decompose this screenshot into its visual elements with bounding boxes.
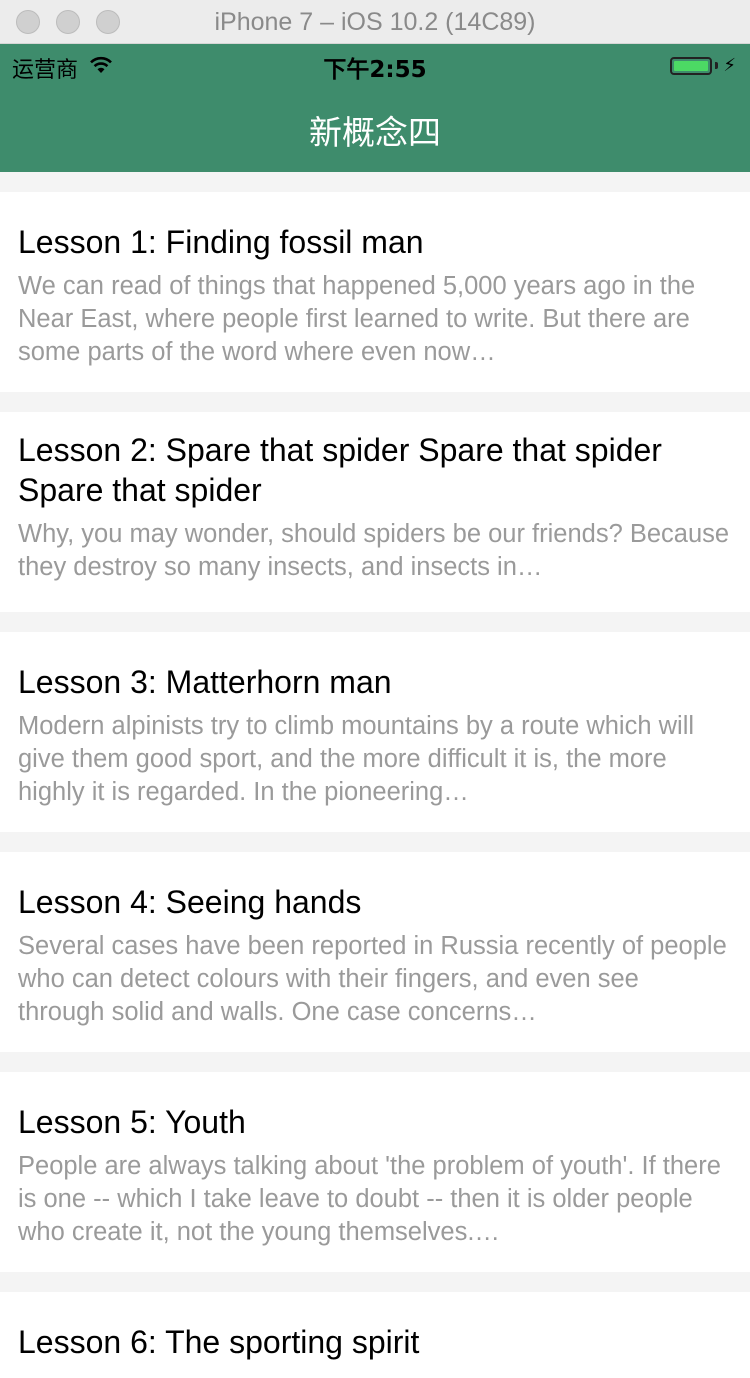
window-title: iPhone 7 – iOS 10.2 (14C89) xyxy=(214,8,536,36)
navigation-bar: 运营商 下午2:55 ⚡ 新概念四 xyxy=(0,44,750,172)
lesson-title: Lesson 4: Seeing hands xyxy=(18,884,362,920)
lesson-row[interactable]: Lesson 2: Spare that spider Spare that s… xyxy=(0,412,750,612)
battery-icon: ⚡ xyxy=(670,55,736,76)
simulator-titlebar: iPhone 7 – iOS 10.2 (14C89) xyxy=(0,0,750,44)
lesson-title: Lesson 1: Finding fossil man xyxy=(18,224,424,260)
lesson-summary: We can read of things that happened 5,00… xyxy=(18,272,696,366)
lesson-summary: Several cases have been reported in Russ… xyxy=(18,932,727,1026)
lesson-title: Lesson 2: Spare that spider Spare that s… xyxy=(18,432,662,508)
lesson-row[interactable]: Lesson 4: Seeing hands Several cases hav… xyxy=(0,852,750,1052)
lesson-summary: People are always talking about 'the pro… xyxy=(18,1152,721,1246)
page-title: 新概念四 xyxy=(309,113,441,152)
status-time: 下午2:55 xyxy=(323,57,427,83)
lesson-summary: Why, you may wonder, should spiders be o… xyxy=(18,520,730,581)
lesson-row[interactable]: Lesson 5: Youth People are always talkin… xyxy=(0,1072,750,1272)
lesson-title: Lesson 6: The sporting spirit xyxy=(18,1324,420,1360)
charging-bolt-icon: ⚡ xyxy=(723,55,736,75)
lesson-row[interactable]: Lesson 6: The sporting spirit xyxy=(0,1292,750,1378)
lesson-row[interactable]: Lesson 1: Finding fossil man We can read… xyxy=(0,192,750,392)
lesson-row[interactable]: Lesson 3: Matterhorn man Modern alpinist… xyxy=(0,632,750,832)
lesson-summary: Modern alpinists try to climb mountains … xyxy=(18,712,695,806)
lesson-title: Lesson 3: Matterhorn man xyxy=(18,664,392,700)
lesson-title: Lesson 5: Youth xyxy=(18,1104,246,1140)
